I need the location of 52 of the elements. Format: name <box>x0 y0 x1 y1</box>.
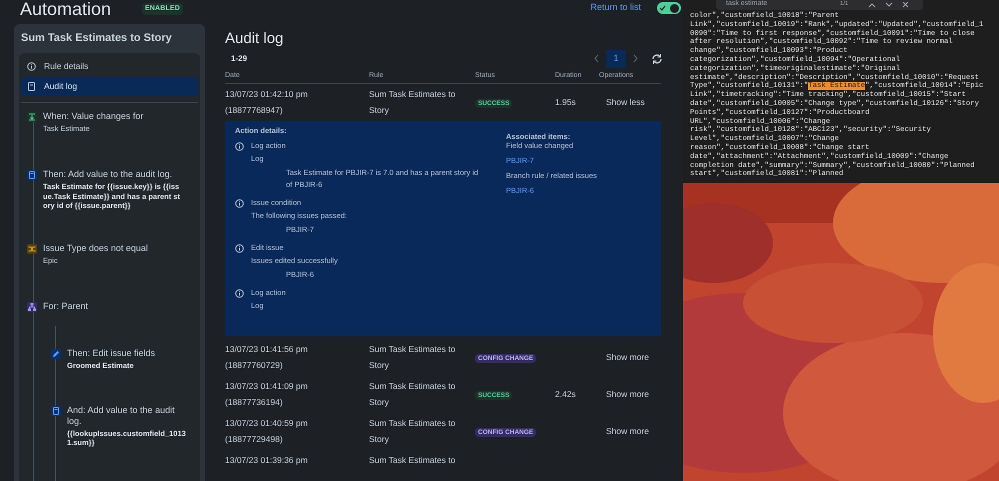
toggle-switch[interactable] <box>657 2 681 14</box>
show-less-button[interactable]: Show less <box>606 94 645 110</box>
table-cell-text: 13/07/23 01:39:36 pm <box>225 454 309 467</box>
table-cell-text: Sum Task Estimates to <box>369 416 456 430</box>
table-cell: 1.95s <box>555 96 576 107</box>
section-title: Audit log <box>224 29 284 49</box>
nav-item[interactable]: Audit log <box>21 76 198 96</box>
page-title: Automation <box>20 0 112 20</box>
step-title: Issue Type does not equal <box>43 242 149 254</box>
step-title: When: Value changes for <box>43 110 144 122</box>
previous-page-icon[interactable] <box>593 54 600 63</box>
step-title: For: Parent <box>43 301 90 312</box>
refresh-icon[interactable] <box>651 52 663 64</box>
nav-item[interactable]: Rule details <box>21 56 198 76</box>
show-more-button[interactable]: Show more <box>606 422 649 440</box>
table-cell-text: Sum Task Estimates to <box>369 88 456 100</box>
table-cell-text: (18877768947) <box>225 104 284 117</box>
table-cell-text: Sum Task Estimates to <box>369 454 456 466</box>
step-title: Then: Add value to the audit log. <box>43 169 174 180</box>
table-cell-text: (18877729498) <box>225 433 284 446</box>
table-cell-text: 13/07/23 01:41:56 pm <box>225 342 309 356</box>
table-cell-text: 13/07/23 01:40:59 pm <box>225 416 309 430</box>
table-cell-text: Story <box>369 359 390 372</box>
info-icon <box>235 142 244 150</box>
table-cell-text: Story <box>369 396 390 409</box>
rule-title: Sum Task Estimates to Story <box>20 31 173 46</box>
table-cell-text: 13/07/23 01:41:09 pm <box>225 380 309 393</box>
step-title: Then: Edit issue fields <box>67 348 156 359</box>
document-icon <box>27 82 36 90</box>
table-cell-text: Sum Task Estimates to <box>369 342 456 356</box>
return-to-list-link[interactable]: Return to list <box>590 1 641 15</box>
table-cell-text: Story <box>369 104 390 117</box>
table-cell: 2.42s <box>555 388 576 399</box>
show-more-button[interactable]: Show more <box>606 386 649 402</box>
info-icon <box>235 288 244 298</box>
next-match-icon[interactable] <box>885 2 893 8</box>
info-icon <box>235 244 244 252</box>
table-cell-text: (18877736194) <box>225 396 284 409</box>
info-icon <box>235 198 244 208</box>
info-icon <box>27 62 36 70</box>
close-icon[interactable] <box>902 2 909 8</box>
check-icon <box>659 5 666 11</box>
show-more-button[interactable]: Show more <box>606 348 649 366</box>
table-cell-text: 13/07/23 01:42:10 pm <box>225 88 309 101</box>
step-title: And: Add value to the audit log. <box>67 404 176 426</box>
page-button[interactable]: 1 <box>606 50 626 68</box>
table-cell-text: Story <box>369 433 390 446</box>
result-range: 1-29 <box>231 52 248 64</box>
table-cell-text: Sum Task Estimates to <box>369 380 456 392</box>
next-page-icon[interactable] <box>632 54 639 63</box>
previous-match-icon[interactable] <box>868 2 876 8</box>
table-cell-text: (18877760729) <box>225 359 284 372</box>
